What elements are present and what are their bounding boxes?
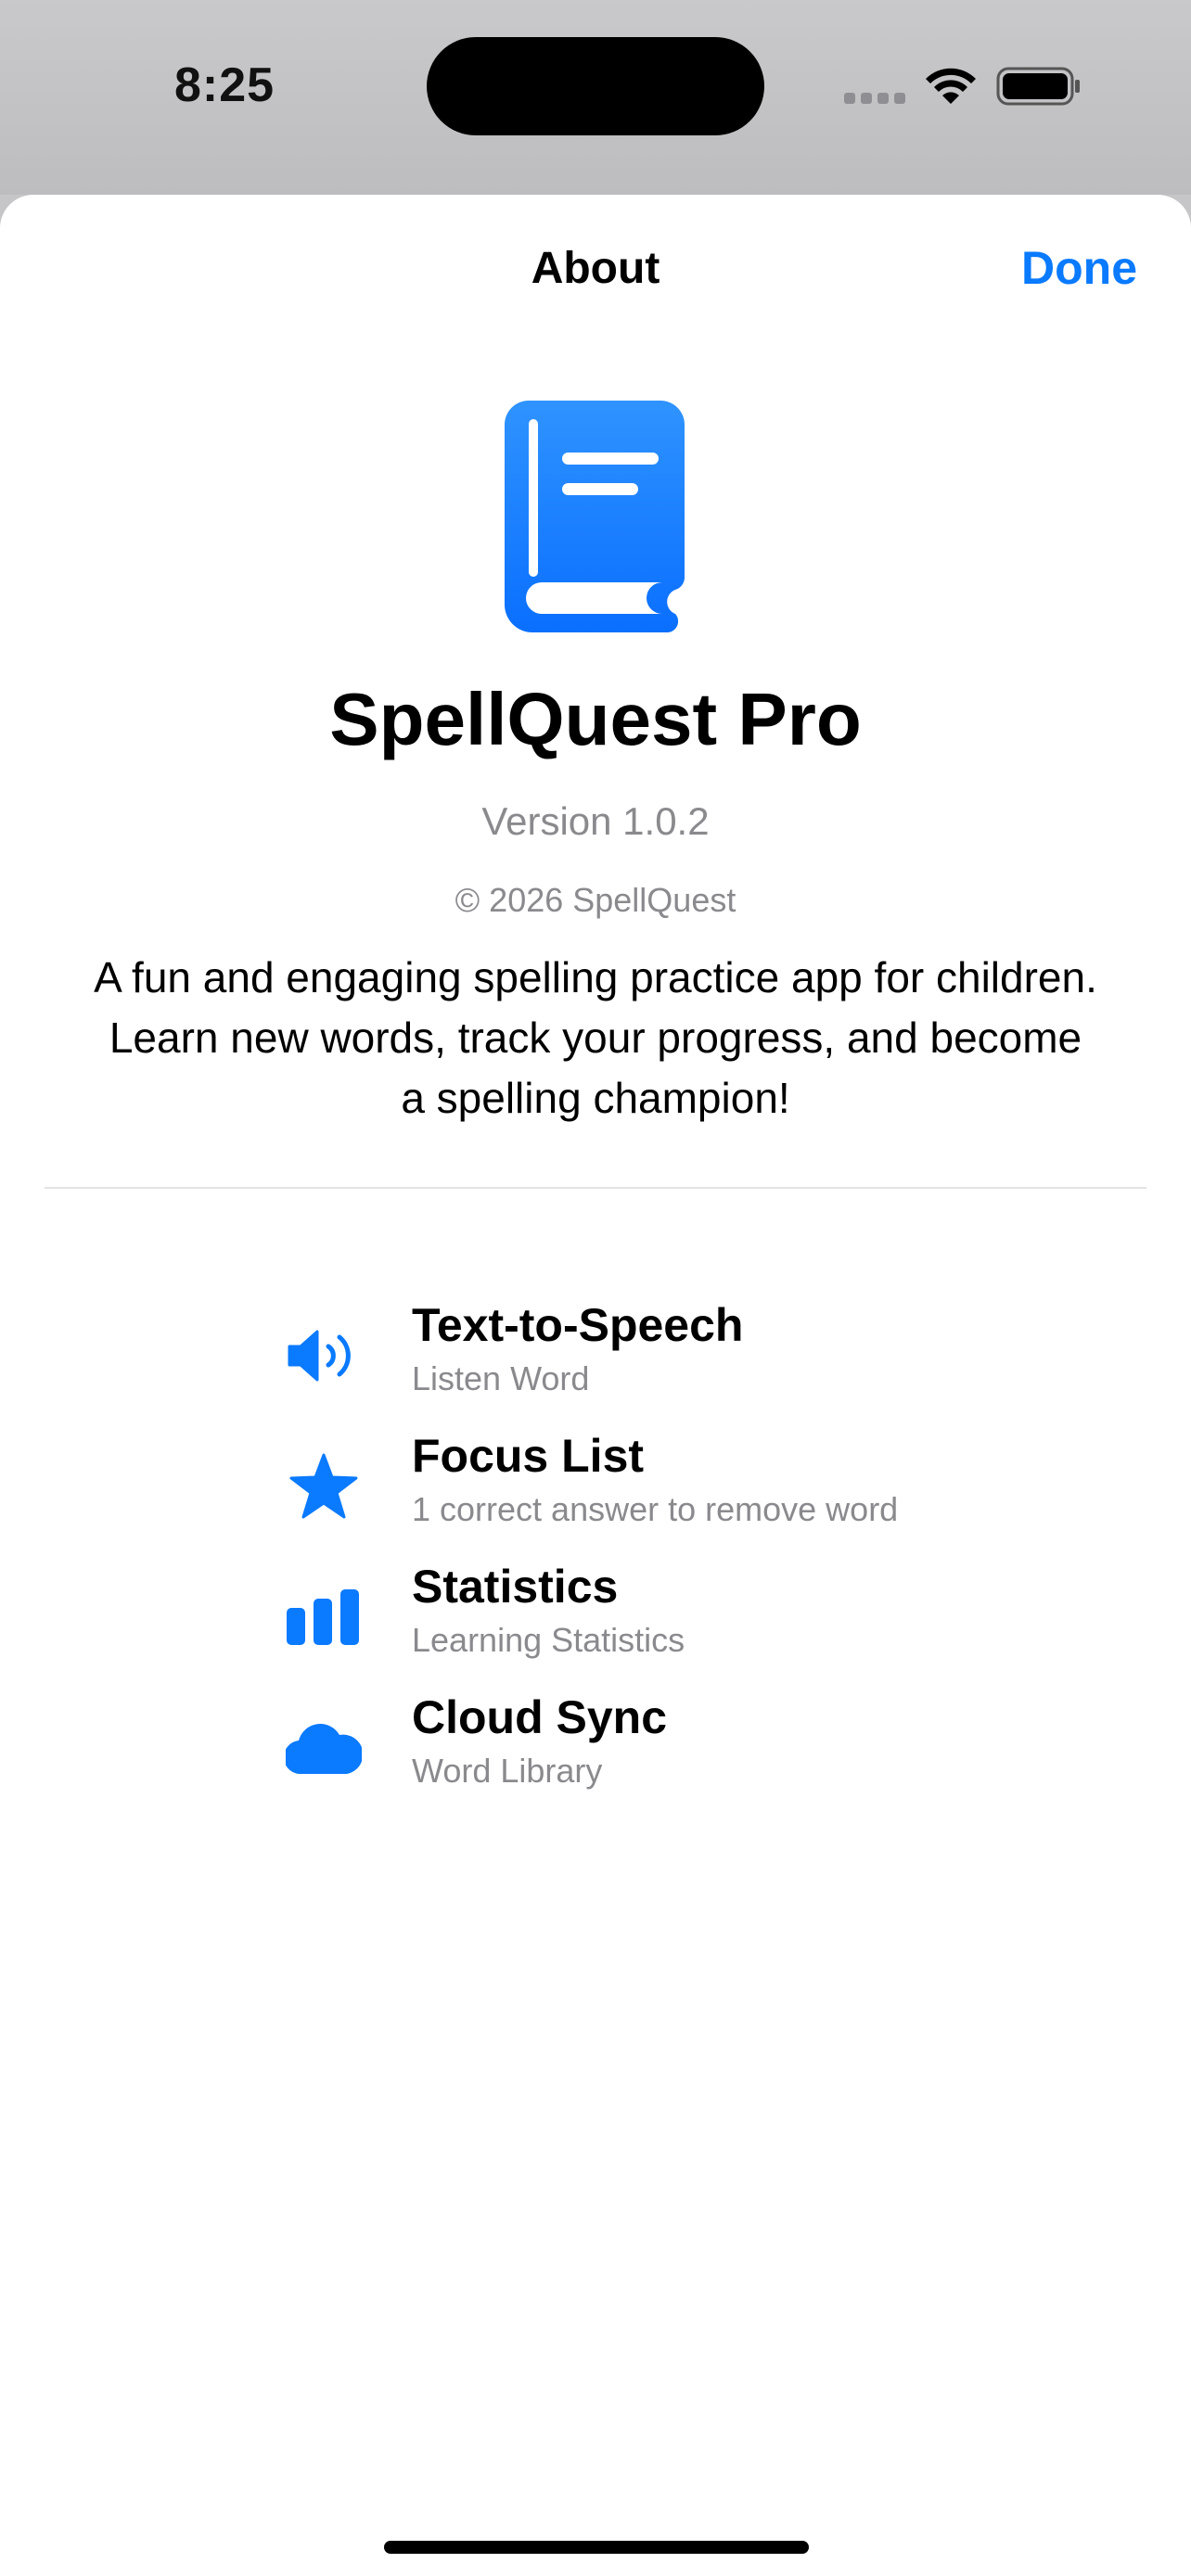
navigation-bar: About Done xyxy=(0,195,1191,343)
app-name: SpellQuest Pro xyxy=(329,678,862,760)
feature-text-to-speech: Text-to-Speech Listen Word xyxy=(278,1294,1020,1425)
feature-subtitle: Word Library xyxy=(412,1752,603,1790)
nav-title: About xyxy=(531,244,660,293)
done-button[interactable]: Done xyxy=(1021,241,1137,295)
dynamic-island xyxy=(427,37,764,135)
star-icon xyxy=(278,1449,369,1524)
feature-title: Text-to-Speech xyxy=(412,1299,744,1351)
home-indicator[interactable] xyxy=(384,2541,809,2554)
cellular-signal-icon xyxy=(844,93,905,104)
feature-list: Text-to-Speech Listen Word Focus List 1 … xyxy=(278,1294,1020,1817)
app-copyright: © 2026 SpellQuest xyxy=(455,881,736,919)
feature-title: Focus List xyxy=(412,1430,645,1482)
speaker-icon xyxy=(278,1319,369,1393)
feature-subtitle: 1 correct answer to remove word xyxy=(412,1490,899,1528)
feature-subtitle: Learning Statistics xyxy=(412,1621,685,1659)
feature-title: Statistics xyxy=(412,1561,619,1613)
app-version: Version 1.0.2 xyxy=(481,799,710,843)
status-bar: 8:25 xyxy=(0,0,1191,195)
book-icon xyxy=(505,401,685,632)
feature-subtitle: Listen Word xyxy=(412,1359,590,1397)
wifi-icon xyxy=(926,68,976,104)
app-description: A fun and engaging spelling practice app… xyxy=(94,953,1097,1122)
about-sheet: About Done SpellQuest Pro Version 1.0.2 … xyxy=(0,195,1191,2576)
feature-statistics: Statistics Learning Statistics xyxy=(278,1556,1020,1687)
divider xyxy=(45,1187,1146,1189)
feature-title: Cloud Sync xyxy=(412,1691,668,1743)
cloud-icon xyxy=(278,1711,369,1785)
feature-cloud-sync: Cloud Sync Word Library xyxy=(278,1687,1020,1817)
battery-icon xyxy=(996,67,1080,106)
status-time: 8:25 xyxy=(174,58,275,112)
bar-chart-icon xyxy=(278,1580,369,1654)
feature-focus-list: Focus List 1 correct answer to remove wo… xyxy=(278,1425,1020,1556)
